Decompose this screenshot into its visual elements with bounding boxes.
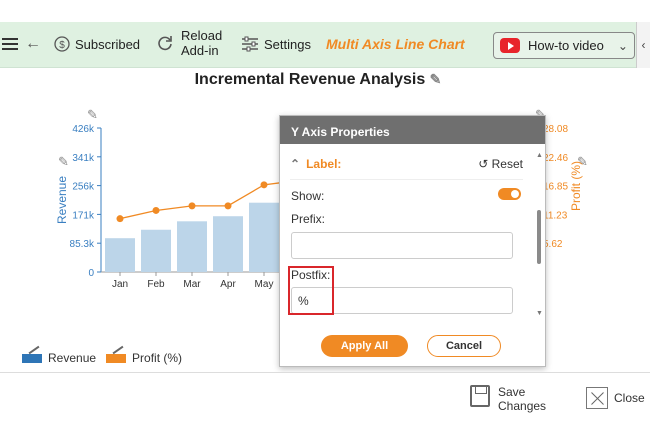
revenue-legend-swatch[interactable] <box>22 353 42 363</box>
close-icon <box>586 387 608 409</box>
prefix-input[interactable] <box>291 232 513 259</box>
menu-icon[interactable] <box>2 35 18 53</box>
left-axis-tick-label: 85.3k <box>70 239 95 250</box>
profit-point <box>260 181 268 189</box>
left-axis-tick-label: 171k <box>72 210 95 221</box>
sliders-icon <box>242 36 258 52</box>
reset-label: Reset <box>491 157 523 171</box>
edit-title-icon[interactable]: ✎ <box>430 71 442 87</box>
brand-title: Multi Axis Line Chart <box>326 36 465 52</box>
bottom-bar: Save Changes Close <box>0 372 650 438</box>
cancel-button[interactable]: Cancel <box>427 335 501 357</box>
apply-all-button[interactable]: Apply All <box>321 335 408 357</box>
edit-left-title-icon[interactable]: ✎ <box>58 154 69 169</box>
chevron-left-icon: ‹ <box>641 38 646 52</box>
close-button[interactable]: Close <box>586 387 645 409</box>
x-axis-tick-label: May <box>255 279 274 290</box>
back-icon[interactable]: ← <box>25 35 41 53</box>
x-axis-tick-label: Apr <box>220 279 236 290</box>
profit-point <box>224 202 232 210</box>
profit-point <box>116 215 124 223</box>
reset-icon: ↺ <box>478 157 489 171</box>
right-axis-tick-label: 22.46 <box>543 153 568 164</box>
profit-legend-label: Profit (%) <box>132 351 183 365</box>
right-axis-tick-label: 28.08 <box>543 124 568 135</box>
left-axis-tick-label: 426k <box>72 124 95 135</box>
left-axis-tick-label: 0 <box>88 268 94 279</box>
x-axis-tick-label: Feb <box>147 279 165 290</box>
label-section-header[interactable]: ⌃ Label: ↺ Reset <box>290 154 523 180</box>
howto-video-button[interactable]: How-to video ⌄ <box>493 32 635 59</box>
reset-button[interactable]: ↺ Reset <box>478 157 523 171</box>
profit-point <box>152 206 160 214</box>
save-label: Save <box>498 385 526 399</box>
postfix-highlight <box>288 266 334 315</box>
scroll-down-icon[interactable]: ▼ <box>536 310 543 317</box>
chevron-up-icon: ⌃ <box>290 157 301 171</box>
x-axis-labels: Jan Feb Mar Apr May <box>112 272 274 290</box>
dollar-circle-icon: $ <box>54 36 70 52</box>
toolbar: ← $ Subscribed Reload Add-in Settings Mu… <box>0 22 636 68</box>
save-changes-button[interactable]: Save Changes <box>470 385 546 413</box>
scroll-thumb[interactable] <box>537 210 541 264</box>
collapse-panel-tab[interactable]: ‹ <box>636 22 650 68</box>
legend: Revenue Profit (%) <box>22 351 182 365</box>
revenue-legend-label: Revenue <box>48 351 97 365</box>
left-axis: 0 85.3k 171k 256k 341k 426k <box>70 124 280 279</box>
chevron-down-icon: ⌄ <box>617 38 628 53</box>
prefix-label: Prefix: <box>291 212 326 226</box>
youtube-icon <box>500 38 520 53</box>
edit-left-axis-icon[interactable]: ✎ <box>87 107 98 122</box>
y-axis-properties-dialog: Y Axis Properties ⌃ Label: ↺ Reset Show: … <box>279 115 546 367</box>
right-axis-tick-label: 11.23 <box>543 210 568 221</box>
show-label: Show: <box>291 189 325 203</box>
x-axis-tick-label: Jan <box>112 279 128 290</box>
dialog-title: Y Axis Properties <box>280 116 545 144</box>
revenue-bar <box>141 229 171 272</box>
edit-right-title-icon[interactable]: ✎ <box>577 154 588 169</box>
subscribed-label: Subscribed <box>75 36 141 52</box>
left-axis-tick-label: 256k <box>72 182 95 193</box>
profit-point <box>188 202 196 210</box>
revenue-bar <box>213 216 243 272</box>
save-icon <box>470 385 490 407</box>
reload-icon <box>158 36 172 51</box>
show-toggle[interactable] <box>498 188 521 200</box>
svg-text:$: $ <box>59 40 65 51</box>
close-label: Close <box>614 391 645 405</box>
subscribed-button[interactable]: $ Subscribed <box>54 36 140 52</box>
left-axis-tick-label: 341k <box>72 153 95 164</box>
reload-addin-button[interactable]: Reload Add-in <box>156 28 222 58</box>
chart-title-text: Incremental Revenue Analysis <box>194 71 426 88</box>
revenue-bar <box>177 221 207 272</box>
settings-button[interactable]: Settings <box>241 36 311 52</box>
addin-label: Add-in <box>181 43 219 58</box>
right-axis-tick-label: 16.85 <box>543 182 568 193</box>
revenue-bar <box>249 202 279 272</box>
revenue-bar <box>105 238 135 272</box>
left-axis-title: Revenue <box>55 176 69 224</box>
profit-legend-swatch[interactable] <box>106 353 127 363</box>
settings-label: Settings <box>264 36 311 52</box>
x-axis-tick-label: Mar <box>183 279 201 290</box>
changes-label: Changes <box>498 399 547 413</box>
chart-title: Incremental Revenue Analysis ✎ <box>0 71 636 89</box>
dialog-scrollbar[interactable]: ▲ ▼ <box>534 152 544 322</box>
reload-label: Reload <box>181 28 223 43</box>
label-section-title: ⌃ Label: <box>290 157 342 171</box>
scroll-up-icon[interactable]: ▲ <box>536 152 543 159</box>
bars <box>105 202 279 272</box>
howto-label: How-to video <box>528 38 604 53</box>
